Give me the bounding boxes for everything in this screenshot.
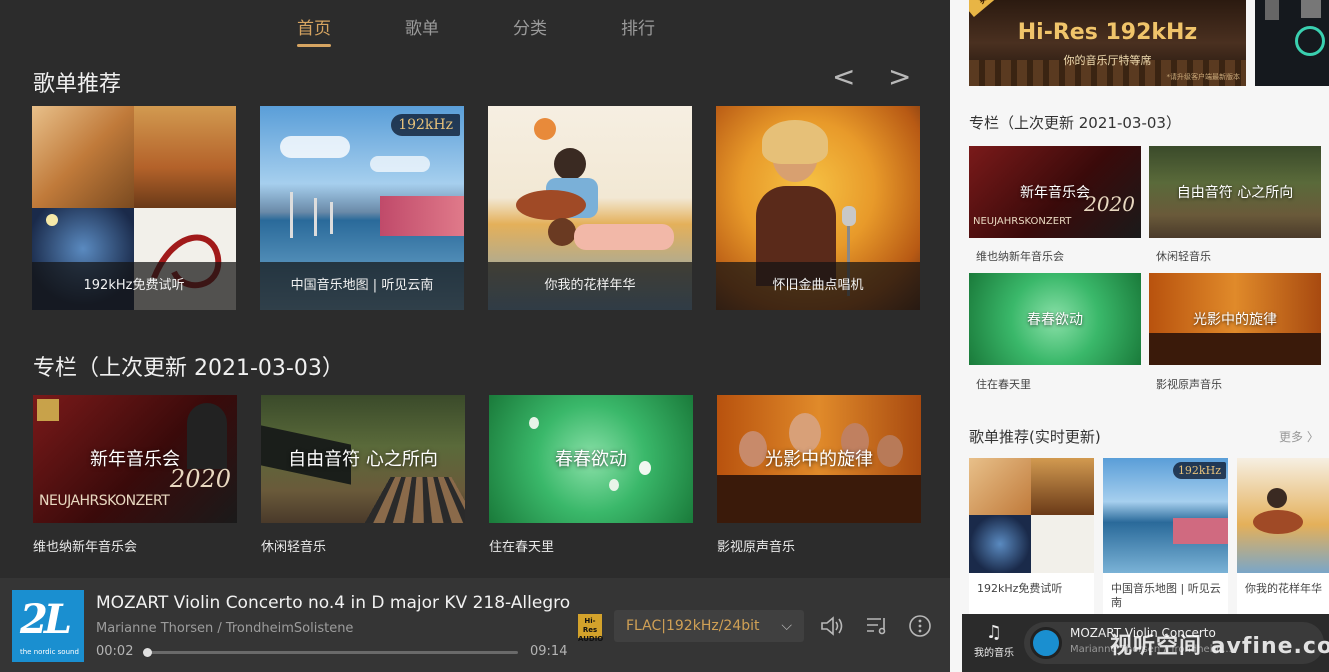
hires-audio-badge: Hi-Res AUDIO [578, 614, 603, 643]
phone-column-subtitle: NEUJAHRSKONZERT [973, 216, 1072, 227]
format-value: FLAC|192kHz/24bit [626, 618, 760, 634]
column-card[interactable]: 新年音乐会 2020 NEUJAHRSKONZERT [33, 395, 237, 523]
chevron-down-icon: ⌵ [781, 618, 792, 634]
hires-192-badge: 192kHz [391, 114, 460, 136]
mini-player-artist: Marianne Thorsen / Trondheim... [1070, 644, 1232, 655]
my-music-tab[interactable]: ♫ 我的音乐 [974, 622, 1014, 659]
banner-note: *请升级客户端最新版本 [1166, 73, 1241, 81]
column-card[interactable]: 光影中的旋律 [717, 395, 921, 523]
phone-playlist-card[interactable]: 192kHz免费试听 [969, 458, 1094, 614]
phone-columns-title: 专栏（上次更新 2021-03-03） [969, 114, 1181, 132]
phone-column-title: 春春欲动 [1027, 312, 1083, 328]
playlist-card-label: 192kHz免费试听 [32, 262, 236, 310]
more-link[interactable]: 更多 〉 [1279, 428, 1319, 445]
tab-playlists[interactable]: 歌单 [405, 14, 439, 39]
format-select[interactable]: FLAC|192kHz/24bit ⌵ [614, 610, 804, 642]
lake-cover: 192kHz [1103, 458, 1228, 573]
next-arrow-button[interactable]: > [888, 62, 911, 92]
column-card-label: 休闲轻音乐 [261, 540, 327, 555]
column-card[interactable]: 春春欲动 [489, 395, 693, 523]
prev-arrow-button[interactable]: < [832, 62, 855, 92]
column-card-label: 住在春天里 [489, 540, 555, 555]
column-card-subtitle: NEUJAHRSKONZERT [39, 493, 170, 509]
phone-playlists-title: 歌单推荐(实时更新) [969, 428, 1101, 446]
phone-playlist-label: 中国音乐地图 | 听见云南 [1111, 582, 1221, 609]
progress-knob[interactable] [142, 648, 152, 657]
phone-column-card[interactable]: 新年音乐会 NEUJAHRSKONZERT 2020 [969, 146, 1141, 238]
column-card-label: 维也纳新年音乐会 [33, 540, 138, 555]
track-artist: Marianne Thorsen / TrondheimSolistene [96, 621, 354, 636]
mini-player[interactable]: MOZART Violin Concerto Marianne Thorsen … [1024, 622, 1324, 664]
mobile-app: 实时更新 Hi-Res 192kHz 你的音乐厅特等席 *请升级客户端最新版本 … [950, 0, 1329, 672]
couple-illustration-cover [1237, 458, 1329, 573]
playlist-queue-icon[interactable] [864, 614, 890, 638]
phone-column-label: 休闲轻音乐 [1156, 250, 1211, 263]
phone-playlist-card[interactable]: 你我的花样年华 [1237, 458, 1329, 614]
volume-icon[interactable] [819, 614, 845, 638]
phone-playlist-card[interactable]: 192kHz 中国音乐地图 | 听见云南 [1103, 458, 1228, 614]
columns-section-title: 专栏（上次更新 2021-03-03） [33, 356, 344, 381]
player-bar: 2L the nordic sound MOZART Violin Concer… [0, 578, 950, 672]
tab-rankings[interactable]: 排行 [621, 14, 655, 39]
banner-tagline: 你的音乐厅特等席 [1063, 54, 1152, 67]
collage-cover [969, 458, 1094, 573]
column-card[interactable]: 自由音符 心之所向 [261, 395, 465, 523]
playlist-card-label: 你我的花样年华 [488, 262, 692, 310]
column-card-title: 自由音符 心之所向 [288, 449, 438, 470]
phone-column-label: 维也纳新年音乐会 [976, 250, 1064, 263]
phone-column-label: 影视原声音乐 [1156, 378, 1222, 391]
phone-column-label: 住在春天里 [976, 378, 1031, 391]
music-note-icon: ♫ [985, 622, 1003, 643]
phone-playlist-label: 192kHz免费试听 [977, 582, 1063, 595]
progress-bar[interactable] [142, 648, 518, 657]
phone-column-card[interactable]: 春春欲动 [969, 273, 1141, 365]
phone-playlist-label: 你我的花样年华 [1245, 582, 1322, 595]
phone-column-year: 2020 [1084, 192, 1135, 216]
playlist-card-label: 中国音乐地图 | 听见云南 [260, 262, 464, 310]
playlist-card[interactable]: 你我的花样年华 [488, 106, 692, 310]
phone-column-title: 光影中的旋律 [1193, 312, 1277, 328]
column-card-year: 2020 [169, 465, 231, 493]
playlist-card[interactable]: 怀旧金曲点唱机 [716, 106, 920, 310]
phone-column-title: 自由音符 心之所向 [1176, 185, 1294, 201]
playlist-card-label: 怀旧金曲点唱机 [716, 262, 920, 310]
secondary-banner[interactable] [1255, 0, 1329, 86]
column-card-title: 春春欲动 [555, 449, 627, 470]
phone-column-card[interactable]: 自由音符 心之所向 [1149, 146, 1321, 238]
tab-home[interactable]: 首页 [297, 14, 331, 47]
top-tabs: 首页 歌单 分类 排行 [0, 14, 950, 54]
tab-categories[interactable]: 分类 [513, 14, 547, 39]
phone-column-card[interactable]: 光影中的旋律 [1149, 273, 1321, 365]
playlist-card[interactable]: 192kHz 中国音乐地图 | 听见云南 [260, 106, 464, 310]
mini-player-disc [1030, 627, 1062, 659]
phone-bottom-bar: ♫ 我的音乐 MOZART Violin Concerto Marianne T… [962, 614, 1329, 672]
track-title: MOZART Violin Concerto no.4 in D major K… [96, 593, 571, 613]
more-options-icon[interactable] [907, 614, 933, 638]
hires-banner[interactable]: 实时更新 Hi-Res 192kHz 你的音乐厅特等席 *请升级客户端最新版本 [969, 0, 1246, 86]
playlists-section-title: 歌单推荐 [33, 72, 122, 97]
elapsed-time: 00:02 [96, 644, 134, 659]
desktop-app: 首页 歌单 分类 排行 歌单推荐 < > 192kHz免费试听 192kHz 中… [0, 0, 950, 672]
mini-player-title: MOZART Violin Concerto [1070, 626, 1216, 640]
album-cover[interactable]: 2L the nordic sound [12, 590, 84, 662]
duration-time: 09:14 [530, 644, 568, 659]
hires-192-badge: 192kHz [1172, 462, 1226, 479]
column-card-title: 光影中的旋律 [765, 449, 873, 470]
banner-headline: Hi-Res 192kHz [1017, 20, 1198, 45]
column-card-label: 影视原声音乐 [717, 540, 796, 555]
realtime-ribbon: 实时更新 [969, 0, 1023, 18]
playlist-card[interactable]: 192kHz免费试听 [32, 106, 236, 310]
